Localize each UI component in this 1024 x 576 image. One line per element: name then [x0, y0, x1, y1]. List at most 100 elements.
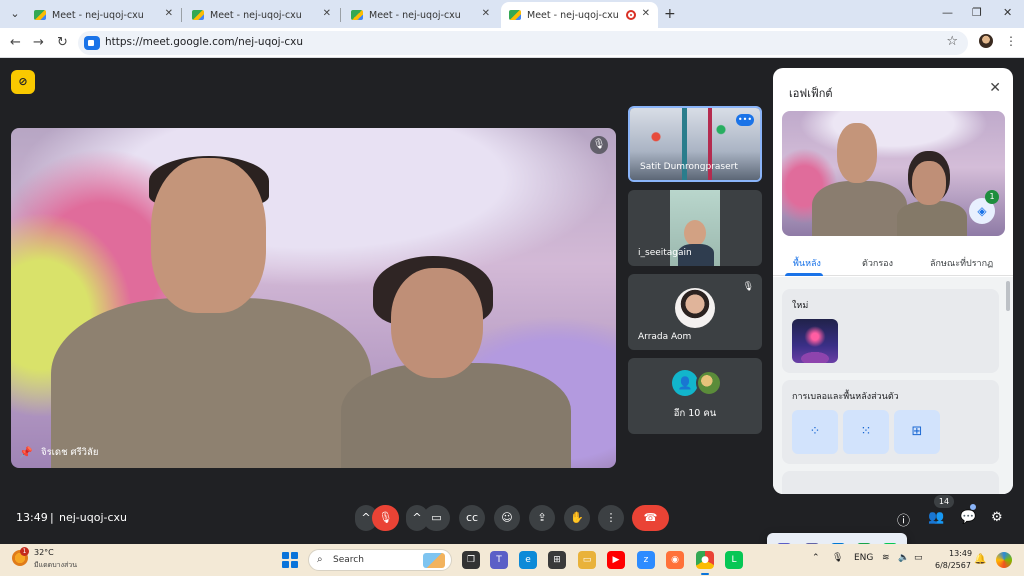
participant-image [341, 363, 571, 468]
meeting-code: nej-uqoj-cxu [59, 511, 128, 524]
minimize-button[interactable]: — [942, 6, 953, 19]
participant-name: Satit Dumrongprasert [640, 162, 738, 172]
chat-unread-dot [970, 504, 976, 510]
meet-stage: ⊘ 🎙 📌 จิรเดช ศรีวิลัย ••• Satit Dumrongp… [0, 58, 1024, 576]
participant-image [912, 161, 946, 205]
others-count: อีก 10 คน [673, 408, 717, 419]
participant-tile[interactable]: ••• Satit Dumrongprasert [628, 106, 762, 182]
chat-icon[interactable]: 💬 [960, 510, 976, 525]
wifi-icon[interactable]: ≋ [882, 553, 890, 563]
effects-scroll-area[interactable]: ใหม่ การเบลอและพื้นหลังส่วนตัว ⁘ ⁙ ⊞ [773, 277, 1013, 494]
background-option[interactable] [792, 319, 838, 363]
window-close-button[interactable]: ✕ [1003, 6, 1012, 19]
emoji-button[interactable]: ☺ [494, 505, 520, 531]
camera-button[interactable]: ▭ [423, 505, 450, 531]
battery-icon[interactable]: ▭ [914, 553, 923, 563]
participant-name: i_seeitagain [638, 248, 692, 258]
browser-menu-icon[interactable]: ⋮ [1005, 34, 1017, 48]
volume-icon[interactable]: 🔈 [898, 553, 909, 563]
self-preview: ◈ 1 [782, 111, 1005, 236]
tab-title: Meet - nej-uqoj-cxu [369, 9, 461, 21]
tab-backgrounds[interactable]: พื้นหลัง [793, 256, 821, 270]
participant-tile[interactable]: i_seeitagain [628, 190, 762, 266]
tab-title: Meet - nej-uqoj-cxu [527, 9, 619, 21]
close-icon[interactable]: ✕ [642, 8, 650, 19]
copilot-icon[interactable] [996, 552, 1012, 568]
meet-favicon-icon [351, 10, 363, 20]
zoom-icon[interactable]: z [637, 551, 655, 569]
close-icon[interactable]: ✕ [323, 8, 331, 19]
activities-icon[interactable]: ⚙ [991, 510, 1003, 525]
participant-tile[interactable]: 👤 อีก 10 คน [628, 358, 762, 434]
taskbar-date[interactable]: 6/8/2567 [935, 561, 971, 570]
present-button[interactable]: ⇪ [529, 505, 555, 531]
weather-description[interactable]: มีแดดบางส่วน [34, 560, 77, 571]
participant-image [837, 123, 877, 183]
people-icon[interactable]: 👥 [928, 510, 944, 525]
slight-blur-icon[interactable]: ⁘ [792, 410, 838, 454]
profile-avatar[interactable] [979, 34, 993, 48]
taskbar-search[interactable]: ⌕ Search [308, 549, 452, 571]
browser-tab-3[interactable]: Meet - nej-uqoj-cxu ✕ [343, 2, 498, 28]
browser-tab-2[interactable]: Meet - nej-uqoj-cxu ✕ [184, 2, 339, 28]
participant-tile[interactable]: 🎙 Arrada Aom [628, 274, 762, 350]
blur-section: การเบลอและพื้นหลังส่วนตัว ⁘ ⁙ ⊞ [782, 380, 999, 464]
close-icon[interactable]: ✕ [989, 80, 1001, 96]
edge-icon[interactable]: e [519, 551, 537, 569]
camera-off-indicator-icon[interactable]: ⊘ [11, 70, 35, 94]
url-text[interactable]: https://meet.google.com/nej-uqoj-cxu [105, 36, 303, 48]
notification-bell-icon[interactable]: 🔔 [974, 554, 986, 565]
task-view-icon[interactable]: ❐ [462, 551, 480, 569]
weather-temperature[interactable]: 32°C [34, 548, 54, 557]
teams-icon[interactable]: T [490, 551, 508, 569]
separator: | [50, 511, 54, 524]
avatar [675, 288, 715, 328]
captions-button[interactable]: cc [459, 505, 485, 531]
meet-site-icon[interactable] [84, 36, 100, 50]
restore-button[interactable]: ❐ [972, 6, 982, 19]
main-speaker-name: จิรเดช ศรีวิลัย [41, 447, 99, 458]
new-section: ใหม่ [782, 289, 999, 373]
tray-overflow-icon[interactable]: ⌃ [812, 553, 820, 563]
main-video-tile[interactable]: 🎙 📌 จิรเดช ศรีวิลัย [11, 128, 616, 468]
chrome-icon[interactable]: ● [696, 551, 714, 569]
browser-tab-1[interactable]: Meet - nej-uqoj-cxu ✕ [26, 2, 181, 28]
scrollbar[interactable] [1006, 277, 1012, 494]
start-icon[interactable] [282, 552, 298, 568]
blur-icon[interactable]: ⁙ [843, 410, 889, 454]
meet-favicon-icon [34, 10, 46, 20]
pin-icon[interactable]: 📌 [19, 446, 33, 459]
input-language[interactable]: ENG [854, 553, 873, 563]
leave-call-button[interactable]: ☎ [632, 505, 669, 531]
youtube-icon[interactable]: ▶ [607, 551, 625, 569]
forward-button[interactable]: → [33, 35, 44, 50]
reload-button[interactable]: ↻ [57, 35, 68, 50]
participant-count-badge: 14 [934, 495, 954, 508]
add-image-icon[interactable]: ⊞ [894, 410, 940, 454]
bookmark-star-icon[interactable]: ☆ [946, 34, 958, 49]
browser-tab-active[interactable]: Meet - nej-uqoj-cxu ✕ [501, 2, 658, 28]
close-icon[interactable]: ✕ [165, 8, 173, 19]
tab-appearance[interactable]: ลักษณะที่ปรากฏ [930, 256, 993, 270]
file-explorer-icon[interactable]: ▭ [578, 551, 596, 569]
raise-hand-button[interactable]: ✋ [564, 505, 590, 531]
tab-filters[interactable]: ตัวกรอง [862, 256, 893, 270]
firefox-icon[interactable]: ◉ [666, 551, 684, 569]
new-tab-button[interactable]: + [664, 6, 676, 22]
back-button[interactable]: ← [10, 35, 21, 50]
mic-off-button[interactable]: 🎙 [372, 505, 399, 531]
info-icon[interactable]: ⓘ [897, 510, 910, 529]
participant-image [391, 268, 483, 378]
more-options-icon[interactable]: ••• [736, 114, 754, 126]
tab-title: Meet - nej-uqoj-cxu [52, 9, 144, 21]
avatar [696, 370, 722, 396]
microphone-icon[interactable]: 🎙 [832, 553, 843, 563]
more-options-button[interactable]: ⋮ [598, 505, 624, 531]
address-bar[interactable]: https://meet.google.com/nej-uqoj-cxu ☆ [78, 31, 968, 55]
close-icon[interactable]: ✕ [482, 8, 490, 19]
line-icon[interactable]: L [725, 551, 743, 569]
taskbar-time[interactable]: 13:49 [949, 549, 972, 558]
tab-search-button[interactable]: ⌄ [6, 5, 24, 23]
scrollbar-thumb[interactable] [1006, 281, 1010, 311]
store-icon[interactable]: ⊞ [548, 551, 566, 569]
